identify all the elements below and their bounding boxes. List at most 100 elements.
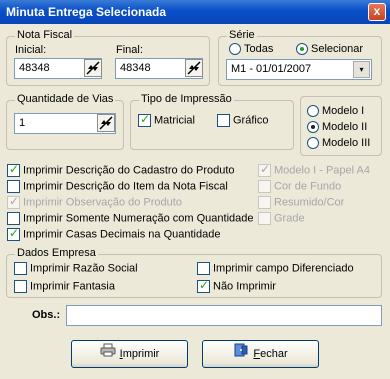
vias-legend: Quantidade de Vias bbox=[15, 93, 116, 105]
option-label: Imprimir Descrição do Item da Nota Fisca… bbox=[23, 180, 228, 193]
option-label: Cor de Fundo bbox=[274, 180, 342, 193]
close-button[interactable]: x bbox=[368, 3, 386, 21]
modelo3-radio[interactable]: Modelo III bbox=[307, 137, 370, 152]
option-label: Imprimir Somente Numeração com Quantidad… bbox=[23, 212, 254, 225]
inicial-value: 48348 bbox=[19, 62, 50, 74]
opt-observacao-produto-checkbox[interactable]: ✓ Imprimir Observação do Produto bbox=[7, 194, 182, 211]
radio-circle bbox=[307, 137, 319, 150]
campo-diferenciado-label: Imprimir campo Diferenciado bbox=[213, 262, 354, 275]
check-icon: ✓ bbox=[9, 226, 20, 240]
tipo-impressao-legend: Tipo de Impressão bbox=[139, 93, 234, 105]
dados-empresa-legend: Dados Empresa bbox=[15, 247, 98, 259]
option-label: Imprimir Descrição do Cadastro do Produt… bbox=[23, 164, 235, 177]
spin-arrows-icon bbox=[86, 61, 100, 75]
modelo1-radio[interactable]: Modelo I bbox=[307, 105, 364, 120]
vias-spin-button[interactable] bbox=[97, 114, 115, 132]
check-icon: ✓ bbox=[199, 278, 210, 292]
checkbox-box bbox=[7, 212, 20, 225]
vias-value: 1 bbox=[19, 117, 26, 129]
modelo2-radio[interactable]: Modelo II bbox=[307, 121, 367, 136]
razao-social-label: Imprimir Razão Social bbox=[30, 262, 138, 275]
opt-casas-decimais-checkbox[interactable]: ✓ Imprimir Casas Decimais na Quantidade bbox=[7, 226, 221, 243]
serie-legend: Série bbox=[227, 29, 257, 41]
serie-select[interactable]: M1 - 01/01/2007 ▾ bbox=[226, 59, 372, 80]
obs-input[interactable] bbox=[66, 305, 382, 326]
nao-imprimir-label: Não Imprimir bbox=[213, 280, 276, 293]
checkbox-box bbox=[7, 180, 20, 193]
razao-social-checkbox[interactable]: Imprimir Razão Social bbox=[14, 262, 138, 277]
check-icon: ✓ bbox=[9, 194, 20, 208]
option-label: Grade bbox=[274, 212, 305, 225]
modelo2-label: Modelo II bbox=[322, 121, 368, 134]
check-icon: ✓ bbox=[9, 162, 20, 176]
checkbox-box: ✓ bbox=[197, 278, 210, 293]
serie-todas-radio[interactable]: Todas bbox=[229, 43, 273, 58]
chevron-down-icon[interactable]: ▾ bbox=[353, 61, 370, 78]
grafico-checkbox[interactable]: Gráfico bbox=[217, 114, 268, 129]
radio-circle bbox=[296, 43, 308, 56]
obs-label: Obs.: bbox=[32, 309, 61, 321]
radio-circle bbox=[307, 121, 319, 134]
opt-modelo1-papel-a4-checkbox[interactable]: ✓ Modelo I - Papel A4 bbox=[258, 162, 371, 179]
option-label: Imprimir Casas Decimais na Quantidade bbox=[23, 228, 221, 241]
checkbox-box bbox=[14, 262, 27, 275]
check-icon: ✓ bbox=[140, 112, 151, 126]
close-icon: x bbox=[373, 4, 381, 18]
fantasia-checkbox[interactable]: Imprimir Fantasia bbox=[14, 280, 115, 295]
radio-dot bbox=[311, 125, 315, 130]
spin-arrows-icon bbox=[187, 61, 201, 75]
checkbox-box: ✓ bbox=[7, 194, 20, 209]
opt-grade-checkbox[interactable]: Grade bbox=[258, 212, 305, 227]
checkbox-box bbox=[258, 196, 271, 209]
fechar-button[interactable]: Fechar bbox=[202, 340, 319, 368]
check-icon: ✓ bbox=[260, 162, 271, 176]
checkbox-box bbox=[217, 114, 230, 127]
checkbox-box bbox=[258, 212, 271, 225]
checkbox-box: ✓ bbox=[7, 226, 20, 241]
printer-icon bbox=[100, 341, 116, 367]
window-title: Minuta Entrega Selecionada bbox=[6, 5, 167, 19]
exit-door-icon bbox=[233, 341, 249, 367]
fantasia-label: Imprimir Fantasia bbox=[30, 280, 115, 293]
radio-dot bbox=[300, 47, 304, 52]
checkbox-box bbox=[197, 262, 210, 275]
imprimir-button[interactable]: Imprimir bbox=[71, 340, 188, 368]
grafico-label: Gráfico bbox=[233, 114, 269, 127]
imprimir-label: mprimir bbox=[122, 348, 160, 360]
final-label: Final: bbox=[116, 44, 143, 56]
checkbox-box bbox=[258, 180, 271, 193]
final-value: 48348 bbox=[120, 62, 151, 74]
radio-circle bbox=[307, 105, 319, 118]
campo-diferenciado-checkbox[interactable]: Imprimir campo Diferenciado bbox=[197, 262, 354, 277]
nao-imprimir-checkbox[interactable]: ✓ Não Imprimir bbox=[197, 278, 276, 295]
opt-somente-numeracao-checkbox[interactable]: Imprimir Somente Numeração com Quantidad… bbox=[7, 212, 253, 227]
checkbox-box: ✓ bbox=[7, 162, 20, 177]
title-bar: Minuta Entrega Selecionada x bbox=[0, 0, 390, 24]
checkbox-box bbox=[14, 280, 27, 293]
nota-fiscal-legend: Nota Fiscal bbox=[15, 29, 75, 41]
option-label: Imprimir Observação do Produto bbox=[23, 196, 182, 209]
matricial-checkbox[interactable]: ✓ Matricial bbox=[138, 112, 195, 129]
spin-arrows-icon bbox=[99, 116, 113, 130]
final-spin-button[interactable] bbox=[185, 59, 203, 77]
checkbox-box: ✓ bbox=[138, 112, 151, 127]
todas-label: Todas bbox=[244, 43, 274, 56]
modelo1-label: Modelo I bbox=[322, 105, 365, 118]
matricial-label: Matricial bbox=[154, 114, 195, 127]
option-label: Resumido/Cor bbox=[274, 196, 345, 209]
selecionar-label: Selecionar bbox=[311, 43, 363, 56]
serie-select-value: M1 - 01/01/2007 bbox=[231, 63, 312, 75]
opt-resumido-cor-checkbox[interactable]: Resumido/Cor bbox=[258, 196, 344, 211]
fechar-label: echar bbox=[260, 348, 288, 360]
inicial-label: Inicial: bbox=[15, 44, 47, 56]
checkbox-box: ✓ bbox=[258, 162, 271, 177]
dialog-window: Minuta Entrega Selecionada x Nota Fiscal… bbox=[0, 0, 390, 379]
serie-selecionar-radio[interactable]: Selecionar bbox=[296, 43, 363, 58]
opt-descricao-cadastro-checkbox[interactable]: ✓ Imprimir Descrição do Cadastro do Produ… bbox=[7, 162, 235, 179]
opt-descricao-item-checkbox[interactable]: Imprimir Descrição do Item da Nota Fisca… bbox=[7, 180, 228, 195]
radio-circle bbox=[229, 43, 241, 56]
option-label: Modelo I - Papel A4 bbox=[274, 164, 371, 177]
modelo3-label: Modelo III bbox=[322, 137, 371, 150]
opt-cor-fundo-checkbox[interactable]: Cor de Fundo bbox=[258, 180, 341, 195]
inicial-spin-button[interactable] bbox=[84, 59, 102, 77]
